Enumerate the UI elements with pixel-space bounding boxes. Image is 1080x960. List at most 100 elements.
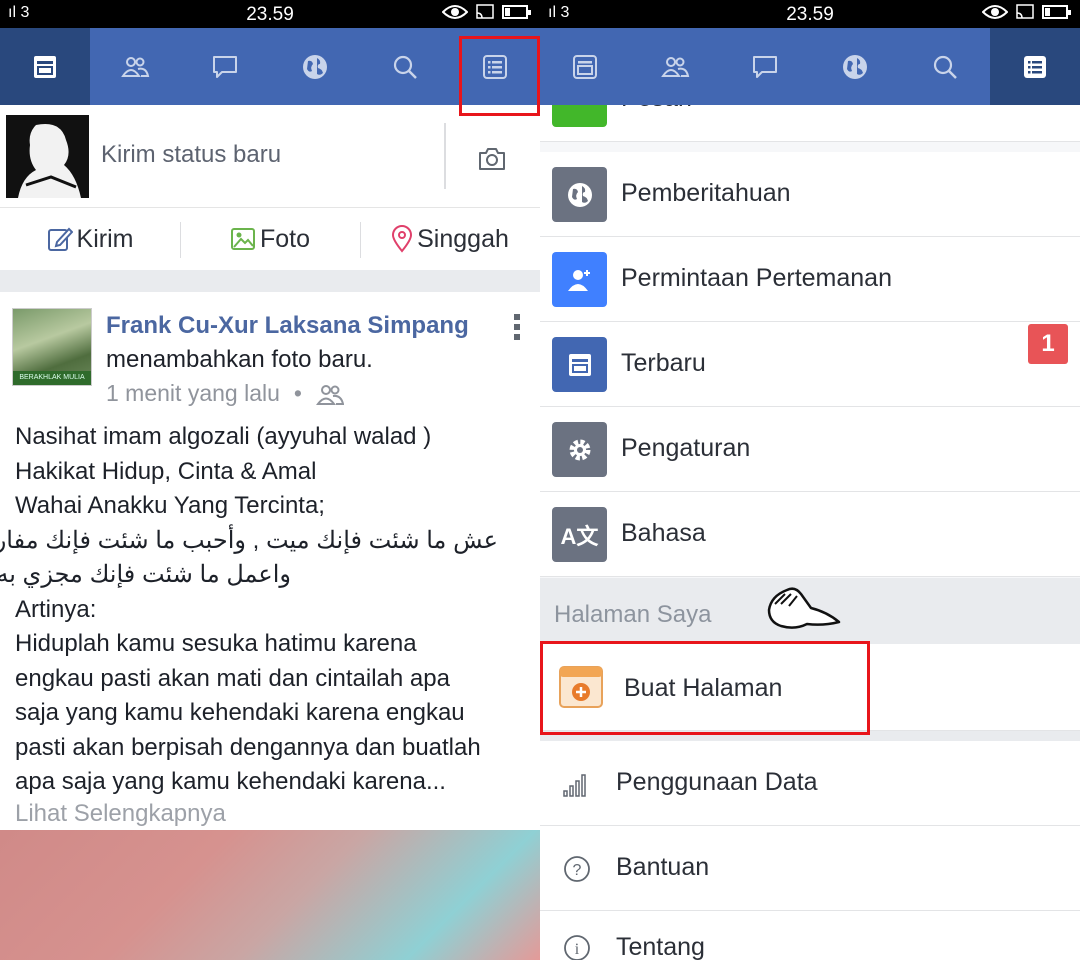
post-author[interactable]: Frank Cu-Xur Laksana Simpang bbox=[106, 312, 469, 340]
post-line: Hiduplah kamu sesuka hatimu karena bbox=[15, 630, 417, 657]
help-icon: ? bbox=[564, 856, 590, 882]
tab-notifications[interactable] bbox=[810, 28, 900, 105]
eye-icon bbox=[982, 5, 1008, 19]
status-composer: Kirim status baru bbox=[0, 105, 540, 207]
photo-button-label: Foto bbox=[259, 224, 311, 253]
checkin-button[interactable]: Singgah bbox=[360, 208, 540, 270]
tab-search[interactable] bbox=[900, 28, 990, 105]
menu-item-friend-requests[interactable]: Permintaan Pertemanan bbox=[540, 237, 1080, 322]
globe-icon bbox=[552, 167, 607, 222]
post-line-arabic: عش ما شئت فإنك ميت , وأحبب ما شئت فإنك م… bbox=[0, 526, 498, 554]
post-line-arabic: واعمل ما شئت فإنك مجزي به . bbox=[0, 561, 291, 588]
post-line: engkau pasti akan mati dan cintailah apa bbox=[15, 664, 450, 692]
menu-item-label: Bahasa bbox=[621, 519, 706, 547]
cast-icon bbox=[1016, 4, 1034, 19]
edit-icon bbox=[47, 227, 73, 251]
tab-news-feed[interactable] bbox=[540, 28, 630, 105]
pointing-hand-icon bbox=[767, 587, 841, 629]
status-bar: ıl 3 23.59 bbox=[540, 0, 1080, 28]
see-more-link[interactable]: Lihat Selengkapnya bbox=[15, 800, 226, 828]
globe-icon bbox=[303, 54, 327, 79]
section-title: Halaman Saya bbox=[554, 601, 712, 628]
settings-badge: 1 bbox=[1028, 324, 1068, 364]
location-pin-icon bbox=[392, 225, 413, 253]
post-button-label: Kirim bbox=[76, 224, 134, 253]
right-screenshot: Pesan Pemberitahuan Permintaan Pertemana… bbox=[540, 0, 1080, 960]
friends-icon bbox=[661, 56, 690, 77]
gear-icon bbox=[552, 422, 607, 477]
tab-news-feed[interactable] bbox=[0, 28, 90, 105]
composer-actions: Kirim Foto Singgah bbox=[0, 207, 540, 270]
tab-friends[interactable] bbox=[90, 28, 180, 105]
post-action-text: menambahkan foto baru. bbox=[106, 346, 373, 373]
post-line: apa saja yang kamu kehendaki karena... bbox=[15, 768, 446, 795]
add-friend-icon bbox=[552, 252, 607, 307]
photo-icon bbox=[230, 228, 255, 250]
feed-post: BERAKHLAK MULIA Frank Cu-Xur Laksana Sim… bbox=[0, 292, 540, 960]
friends-icon bbox=[121, 56, 150, 77]
tab-messages[interactable] bbox=[720, 28, 810, 105]
post-line: saja yang kamu kehendaki karena engkau bbox=[15, 699, 465, 726]
tab-menu[interactable] bbox=[990, 28, 1080, 105]
menu-item-label: Tentang bbox=[616, 933, 705, 960]
chat-icon bbox=[213, 55, 237, 78]
globe-icon bbox=[843, 54, 867, 79]
post-meta: 1 menit yang lalu • bbox=[106, 380, 344, 407]
menu-item-label: Permintaan Pertemanan bbox=[621, 264, 892, 292]
avatar-caption: BERAKHLAK MULIA bbox=[13, 371, 91, 385]
tab-search[interactable] bbox=[360, 28, 450, 105]
svg-text:i: i bbox=[575, 941, 580, 958]
left-screenshot: ıl 3 23.59 Kirim status baru Kirim Foto … bbox=[0, 0, 540, 960]
divider bbox=[444, 123, 446, 189]
post-photo[interactable] bbox=[0, 830, 540, 960]
post-line: pasti akan berpisah dengannya dan buatla… bbox=[15, 733, 481, 761]
create-page-highlight-box bbox=[540, 641, 870, 735]
battery-icon bbox=[502, 5, 531, 19]
eye-icon bbox=[442, 5, 468, 19]
menu-item-label: Pemberitahuan bbox=[621, 179, 791, 207]
feed-icon bbox=[552, 337, 607, 392]
menu-item-settings[interactable]: Pengaturan bbox=[540, 407, 1080, 492]
post-line: Nasihat imam algozali (ayyuhal walad ) bbox=[15, 423, 432, 450]
author-avatar[interactable]: BERAKHLAK MULIA bbox=[12, 308, 92, 386]
menu-item-help[interactable]: ? Bantuan bbox=[540, 826, 1080, 911]
status-bar: ıl 3 23.59 bbox=[0, 0, 540, 28]
tab-notifications[interactable] bbox=[270, 28, 360, 105]
menu-list-icon bbox=[1024, 55, 1046, 78]
signal-bars-icon bbox=[563, 774, 586, 797]
top-nav bbox=[540, 28, 1080, 105]
friends-privacy-icon bbox=[315, 384, 344, 405]
menu-item-label: Penggunaan Data bbox=[616, 768, 818, 796]
menu-highlight-box bbox=[459, 36, 540, 116]
post-line: Hakikat Hidup, Cinta & Amal bbox=[15, 457, 317, 485]
feed-separator bbox=[0, 270, 540, 292]
menu-item-language[interactable]: A文 Bahasa bbox=[540, 492, 1080, 577]
checkin-button-label: Singgah bbox=[417, 224, 509, 253]
tab-messages[interactable] bbox=[180, 28, 270, 105]
status-input[interactable]: Kirim status baru bbox=[101, 141, 281, 169]
menu-item-most-recent[interactable]: Terbaru bbox=[540, 322, 1080, 407]
menu-item-about[interactable]: i Tentang bbox=[540, 911, 1080, 960]
post-timestamp[interactable]: 1 menit yang lalu bbox=[106, 380, 280, 407]
menu-item-notifications[interactable]: Pemberitahuan bbox=[540, 152, 1080, 237]
menu-item-label: Bantuan bbox=[616, 853, 710, 881]
profile-avatar[interactable] bbox=[6, 115, 89, 198]
tab-friends[interactable] bbox=[630, 28, 720, 105]
post-body: Nasihat imam algozali (ayyuhal walad ) H… bbox=[0, 420, 535, 800]
post-button[interactable]: Kirim bbox=[0, 208, 180, 270]
search-icon bbox=[393, 55, 417, 79]
post-line: Wahai Anakku Yang Tercinta; bbox=[15, 492, 325, 519]
menu-item-data-usage[interactable]: Penggunaan Data bbox=[540, 741, 1080, 826]
svg-text:?: ? bbox=[573, 862, 582, 879]
camera-icon[interactable] bbox=[478, 147, 506, 171]
chat-icon bbox=[753, 55, 777, 78]
search-icon bbox=[933, 55, 957, 79]
cast-icon bbox=[476, 4, 494, 19]
menu-item-label: Pengaturan bbox=[621, 434, 751, 462]
battery-icon bbox=[1042, 5, 1071, 19]
photo-button[interactable]: Foto bbox=[180, 208, 360, 270]
menu-item-label: Terbaru bbox=[621, 349, 706, 377]
post-line: Artinya: bbox=[15, 595, 97, 623]
translate-icon: A文 bbox=[552, 507, 607, 562]
post-options-icon[interactable] bbox=[514, 314, 520, 344]
